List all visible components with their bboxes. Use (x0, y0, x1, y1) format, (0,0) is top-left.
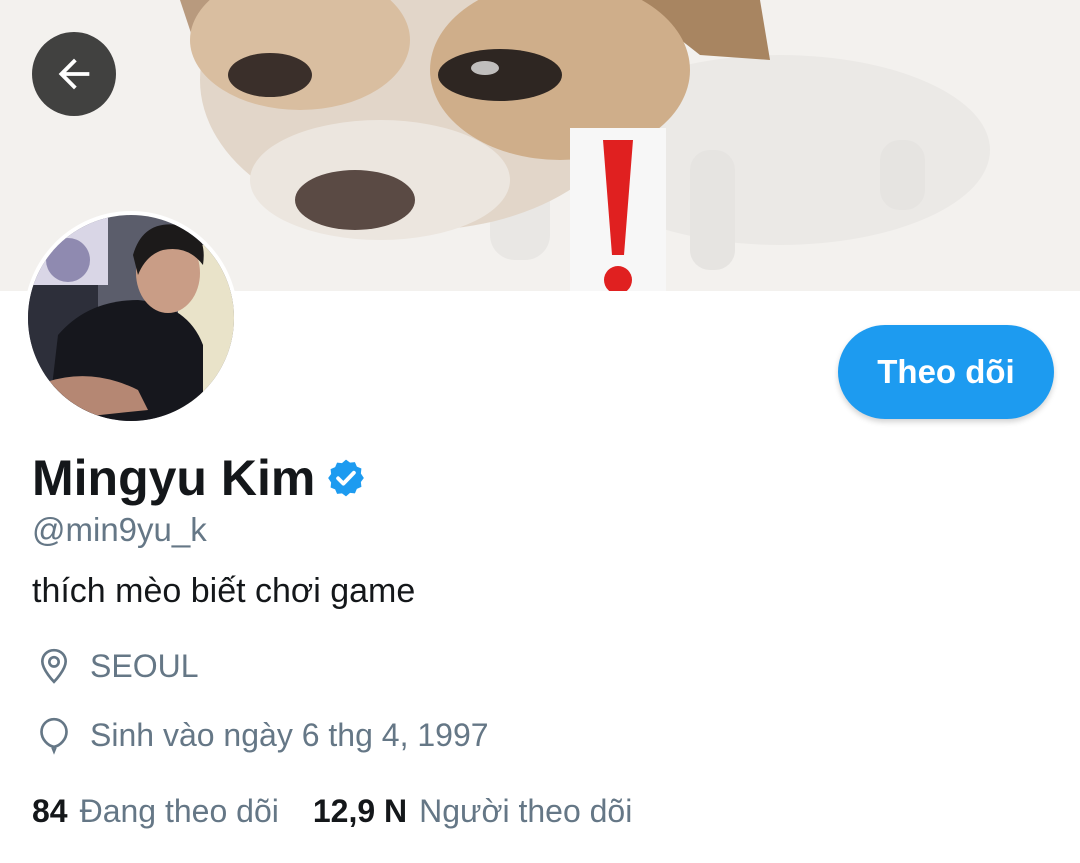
birthday-row: Sinh vào ngày 6 thg 4, 1997 (34, 715, 489, 755)
follow-button[interactable]: Theo dõi (838, 325, 1054, 419)
location-text: SEOUL (90, 647, 199, 684)
profile-avatar[interactable] (24, 211, 238, 425)
followers-stat[interactable]: 12,9 N Người theo dõi (313, 789, 632, 833)
display-name: Mingyu Kim (32, 450, 316, 506)
following-label: Đang theo dõi (79, 793, 279, 829)
followers-label: Người theo dõi (419, 793, 633, 829)
verified-badge-icon (328, 459, 365, 497)
following-count: 84 (32, 793, 68, 829)
arrow-left-icon (58, 58, 90, 90)
location-row: SEOUL (34, 646, 198, 686)
following-stat[interactable]: 84 Đang theo dõi (32, 789, 279, 833)
avatar-photo (28, 215, 234, 421)
balloon-icon (40, 717, 68, 755)
birthday-text: Sinh vào ngày 6 thg 4, 1997 (90, 716, 489, 753)
location-pin-icon (40, 648, 68, 684)
profile-name-row: Mingyu Kim (32, 448, 367, 508)
followers-count: 12,9 N (312, 793, 408, 829)
profile-bio: thích mèo biết chơi game (32, 572, 416, 610)
follow-stats: 84 Đang theo dõi 12,9 N Người theo dõi (32, 789, 632, 833)
back-button[interactable] (32, 32, 116, 116)
user-handle: @min9yu_k (32, 511, 207, 548)
